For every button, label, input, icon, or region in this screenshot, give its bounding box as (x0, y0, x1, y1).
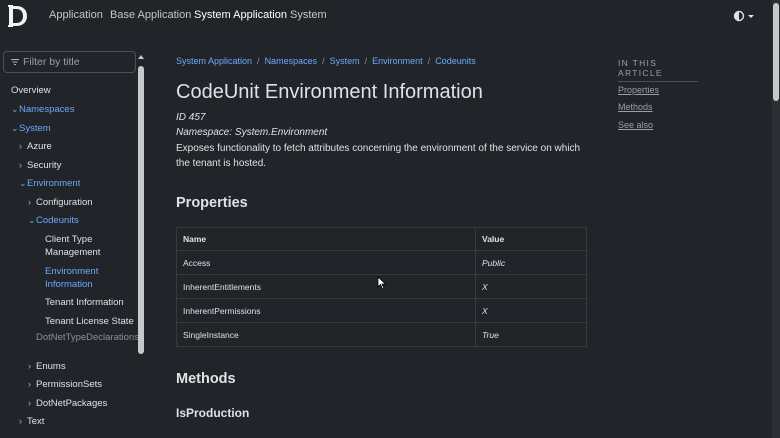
sidebar-item-environment-information[interactable]: Environment Information (45, 265, 135, 291)
toc-link-see-also[interactable]: See also (618, 120, 653, 130)
chevron-right-icon[interactable]: › (28, 378, 36, 390)
page-title: CodeUnit Environment Information (176, 81, 483, 103)
breadcrumb-system[interactable]: System (330, 56, 360, 66)
chevron-down-icon[interactable]: ⌄ (11, 103, 19, 115)
sidebar-scrollbar[interactable] (138, 55, 144, 410)
table-row: Access Public (176, 250, 587, 275)
table-row: InherentPermissions X (176, 298, 587, 323)
sidebar-item-tenant-information[interactable]: Tenant Information (45, 296, 135, 309)
sidebar-item-label: Overview (11, 85, 51, 96)
sidebar: Overview⌄Namespaces⌄System›Azure›Securit… (0, 45, 146, 438)
sidebar-item-security[interactable]: › Security (19, 159, 61, 172)
chevron-right-icon[interactable]: › (28, 196, 36, 208)
sidebar-item-label: DotNetPackages (36, 398, 108, 409)
table-header-row: Name Value (176, 227, 587, 251)
sidebar-item-overview[interactable]: Overview (11, 85, 51, 97)
method-isproduction-heading: IsProduction (176, 406, 250, 420)
property-value: X (475, 274, 587, 299)
chevron-down-icon[interactable]: ⌄ (19, 177, 27, 189)
sidebar-item-label: Environment Information (45, 266, 99, 290)
chevron-right-icon[interactable]: › (28, 397, 36, 409)
half-circle-icon (733, 10, 745, 22)
breadcrumb-separator: / (322, 56, 325, 66)
sidebar-item-configuration[interactable]: › Configuration (28, 196, 93, 209)
sidebar-item-label: DotNetTypeDeclarations (36, 332, 139, 343)
chevron-down-icon[interactable]: ⌄ (28, 214, 36, 226)
sidebar-item-tenant-license-state[interactable]: Tenant License State (45, 315, 135, 328)
sidebar-item-label: PermissionSets (36, 379, 102, 390)
sidebar-item-text[interactable]: › Text (19, 415, 44, 428)
sidebar-item-dotnettypedeclarations[interactable]: DotNetTypeDeclarations (36, 332, 139, 344)
page-description: Exposes functionality to fetch attribute… (176, 143, 581, 169)
sidebar-item-system[interactable]: ⌄System (11, 122, 51, 135)
breadcrumb-separator: / (257, 56, 260, 66)
in-this-article: IN THIS ARTICLE Properties Methods See a… (618, 58, 738, 130)
sidebar-item-label: Tenant License State (45, 316, 134, 327)
toc-link-methods[interactable]: Methods (618, 102, 653, 112)
chevron-right-icon[interactable]: › (28, 360, 36, 372)
properties-heading: Properties (176, 195, 248, 211)
sidebar-item-client-type-management[interactable]: Client Type Management (45, 233, 135, 259)
filter-icon (11, 59, 19, 65)
property-name: InherentEntitlements (176, 274, 476, 299)
chevron-right-icon[interactable]: › (19, 159, 27, 171)
main-content: System Application / Namespaces / System / Env… (176, 0, 591, 438)
chevron-down-icon[interactable]: ⌄ (11, 122, 19, 134)
sidebar-item-environment[interactable]: ⌄Environment (19, 177, 80, 190)
sidebar-item-label: Codeunits (36, 215, 79, 226)
sidebar-item-codeunits[interactable]: ⌄Codeunits (28, 214, 79, 227)
breadcrumb: System Application / Namespaces / System / Env… (176, 56, 476, 66)
sidebar-item-label: Configuration (36, 197, 93, 208)
breadcrumb-environment[interactable]: Environment (372, 56, 423, 66)
table-row: SingleInstance True (176, 322, 587, 347)
sidebar-item-label: Namespaces (19, 104, 75, 115)
caret-down-icon (748, 15, 754, 18)
sidebar-item-azure[interactable]: › Azure (19, 140, 52, 153)
column-header-name: Name (176, 227, 476, 251)
sidebar-item-label: Azure (27, 141, 52, 152)
sidebar-item-label: Enums (36, 361, 66, 372)
methods-heading: Methods (176, 371, 236, 387)
toc-link-properties[interactable]: Properties (618, 85, 659, 95)
breadcrumb-codeunits[interactable]: Codeunits (435, 56, 476, 66)
sidebar-item-label: Text (27, 416, 45, 427)
column-header-value: Value (475, 227, 587, 251)
sidebar-item-label: Environment (27, 178, 81, 189)
chevron-right-icon[interactable]: › (19, 415, 27, 427)
breadcrumb-system-application[interactable]: System Application (176, 56, 252, 66)
property-name: Access (176, 250, 476, 275)
filter-box[interactable] (3, 51, 136, 73)
docs-logo-icon[interactable] (7, 3, 29, 29)
object-id: ID 457 (176, 112, 206, 123)
sidebar-scroll-thumb[interactable] (138, 66, 144, 354)
sidebar-item-label: Client Type Management (45, 234, 101, 258)
breadcrumb-namespaces[interactable]: Namespaces (265, 56, 318, 66)
chevron-right-icon[interactable]: › (19, 140, 27, 152)
filter-input[interactable] (23, 54, 131, 70)
page-scroll-thumb[interactable] (773, 3, 779, 101)
sidebar-item-dotnetpackages[interactable]: › DotNetPackages (28, 397, 107, 410)
sidebar-item-label: System (19, 123, 51, 134)
property-name: SingleInstance (176, 322, 476, 347)
page-scrollbar[interactable] (772, 0, 780, 438)
breadcrumb-separator: / (364, 56, 368, 66)
property-value: Public (475, 250, 587, 275)
toc-heading: IN THIS ARTICLE (618, 58, 698, 82)
property-value: True (475, 322, 587, 347)
scroll-up-arrow-icon[interactable] (138, 54, 144, 60)
breadcrumb-separator: / (427, 56, 431, 66)
nav-application[interactable]: Application (49, 9, 103, 21)
sidebar-item-label: Security (27, 160, 62, 171)
namespace-label: Namespace: System.Environment (176, 127, 328, 138)
sidebar-item-permissionsets[interactable]: › PermissionSets (28, 378, 102, 391)
sidebar-item-namespaces[interactable]: ⌄Namespaces (11, 103, 74, 116)
sidebar-item-label: Tenant Information (45, 297, 124, 308)
property-name: InherentPermissions (176, 298, 476, 323)
theme-toggle-button[interactable] (733, 10, 757, 22)
property-value: X (475, 298, 587, 323)
mouse-cursor-icon (377, 276, 387, 290)
sidebar-item-enums[interactable]: › Enums (28, 360, 66, 373)
